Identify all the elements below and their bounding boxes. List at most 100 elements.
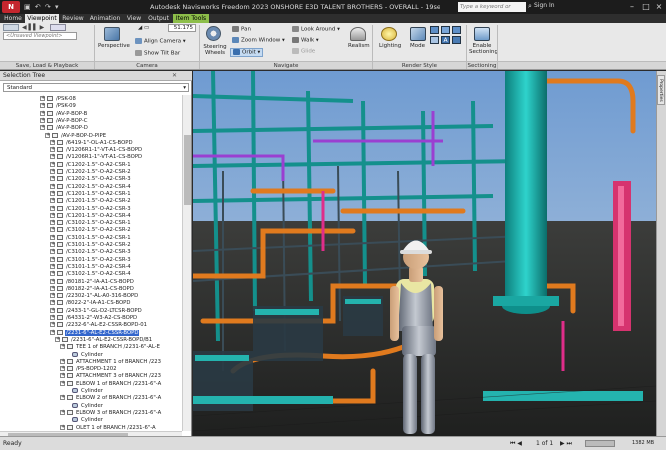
properties-side-tab[interactable]: Properties xyxy=(657,75,665,105)
expand-toggle-icon[interactable]: + xyxy=(50,183,55,189)
page-first-icon[interactable]: ⏮ ◀ xyxy=(510,437,522,450)
expand-toggle-icon[interactable]: + xyxy=(50,198,55,204)
minimize-icon[interactable]: – xyxy=(626,1,638,12)
panel-close-icon[interactable]: ✕ xyxy=(172,72,177,79)
close-icon[interactable]: × xyxy=(653,1,665,12)
search-input[interactable]: Type a keyword or phrase xyxy=(458,2,526,20)
expand-toggle-icon[interactable]: + xyxy=(50,190,55,196)
sign-in-link[interactable]: Sign In xyxy=(534,2,555,9)
save-viewpoint-icon[interactable] xyxy=(3,24,19,31)
search-icon[interactable]: ⌕ xyxy=(528,2,532,11)
pan-button[interactable]: Pan xyxy=(232,26,251,33)
perspective-button[interactable]: Perspective xyxy=(98,43,130,49)
realism-icon[interactable] xyxy=(350,27,366,41)
realism-button[interactable]: Realism xyxy=(348,43,370,49)
expand-toggle-icon[interactable]: + xyxy=(50,169,55,174)
expand-toggle-icon[interactable]: + xyxy=(50,256,55,262)
tab-item-tools[interactable]: Item Tools xyxy=(173,14,209,23)
expand-toggle-icon[interactable]: + xyxy=(50,307,55,313)
expand-toggle-icon[interactable]: + xyxy=(40,117,45,123)
expand-toggle-icon[interactable]: + xyxy=(50,176,55,182)
expand-toggle-icon[interactable]: + xyxy=(50,234,55,240)
tab-review[interactable]: Review xyxy=(60,14,86,23)
expand-toggle-icon[interactable]: + xyxy=(55,336,60,342)
viewpoint-tools-icon[interactable] xyxy=(50,24,66,31)
orbit-button[interactable]: Orbit ▾ xyxy=(230,48,264,57)
expand-toggle-icon[interactable]: + xyxy=(60,395,65,401)
hide-icon[interactable] xyxy=(452,36,461,44)
look-around-button[interactable]: Look Around ▾ xyxy=(292,26,340,33)
expand-toggle-icon[interactable]: + xyxy=(50,249,55,255)
expand-toggle-icon[interactable]: + xyxy=(60,380,65,386)
show-tilt-bar-button[interactable]: Show Tilt Bar xyxy=(135,50,180,57)
enable-sectioning-button[interactable]: Enable Sectioning xyxy=(469,43,498,55)
snapping-icon[interactable] xyxy=(452,26,461,34)
points-icon[interactable] xyxy=(430,36,439,44)
glide-button[interactable]: Glide xyxy=(292,48,315,55)
field-of-view-input[interactable]: 51.175 xyxy=(168,24,196,32)
tab-home[interactable]: Home xyxy=(2,14,24,23)
expand-toggle-icon[interactable]: + xyxy=(40,125,45,131)
expand-toggle-icon[interactable]: + xyxy=(40,103,45,109)
expand-toggle-icon[interactable]: + xyxy=(60,373,65,379)
tree-item-label: /C3102-1.5"-O-A2-CSR-4 xyxy=(66,271,131,278)
tree-list[interactable]: + /PSK-08 + /PSK-09 + /AV-P-BOP-B + /AV-P-BOP-C… xyxy=(0,95,182,431)
expand-toggle-icon[interactable]: + xyxy=(50,139,55,145)
field-of-view-icon[interactable]: ◢ ▭ xyxy=(138,25,149,31)
sectioning-icon[interactable] xyxy=(474,27,490,41)
tab-output[interactable]: Output xyxy=(145,14,172,23)
steering-wheels-button[interactable]: Steering Wheels xyxy=(203,44,227,56)
surfaces-icon[interactable] xyxy=(430,26,439,34)
expand-toggle-icon[interactable]: + xyxy=(45,132,50,138)
expand-toggle-icon[interactable]: + xyxy=(50,227,55,233)
expand-toggle-icon[interactable]: + xyxy=(50,263,55,269)
expand-toggle-icon[interactable]: + xyxy=(50,147,55,153)
expand-toggle-icon[interactable]: + xyxy=(60,424,65,430)
expand-toggle-icon[interactable]: + xyxy=(50,278,55,284)
tab-animation[interactable]: Animation xyxy=(87,14,123,23)
app-menu-button[interactable]: N xyxy=(2,1,20,13)
tab-view[interactable]: View xyxy=(124,14,144,23)
expand-toggle-icon[interactable]: + xyxy=(50,220,55,226)
expand-toggle-icon[interactable]: + xyxy=(50,300,55,306)
tree-mode-dropdown[interactable]: Standard ▾ xyxy=(3,83,189,92)
expand-toggle-icon[interactable]: + xyxy=(50,285,55,291)
steering-wheel-icon[interactable] xyxy=(206,26,221,41)
expand-toggle-icon[interactable]: + xyxy=(40,96,45,101)
page-next-icon[interactable]: ▶ ⏭ xyxy=(560,437,572,450)
expand-toggle-icon[interactable]: + xyxy=(60,344,65,350)
walk-button[interactable]: Walk ▾ xyxy=(292,37,319,44)
lighting-icon[interactable] xyxy=(381,27,397,41)
expand-toggle-icon[interactable]: + xyxy=(60,358,65,364)
tree-vertical-scrollbar[interactable] xyxy=(182,95,191,431)
expand-toggle-icon[interactable]: + xyxy=(60,366,65,372)
expand-toggle-icon[interactable]: + xyxy=(50,293,55,299)
expand-toggle-icon[interactable]: + xyxy=(50,161,55,167)
lines-icon[interactable] xyxy=(441,26,450,34)
expand-toggle-icon[interactable]: + xyxy=(60,409,65,415)
expand-toggle-icon[interactable]: + xyxy=(50,205,55,211)
render-mode-icon[interactable] xyxy=(410,27,426,41)
maximize-icon[interactable]: □ xyxy=(640,1,652,12)
quick-access-toolbar[interactable]: ▣ ↶ ↷ ▾ xyxy=(24,3,60,11)
3d-viewport[interactable] xyxy=(193,71,656,436)
expand-toggle-icon[interactable]: + xyxy=(50,242,55,247)
expand-toggle-icon[interactable]: + xyxy=(50,271,55,277)
playback-controls[interactable]: ◀ ▌▌ ▶ xyxy=(22,24,44,31)
text-icon[interactable]: A xyxy=(441,36,450,44)
zoom-window-button[interactable]: Zoom Window ▾ xyxy=(232,37,285,44)
expand-toggle-icon[interactable]: + xyxy=(40,110,45,116)
tree-item[interactable]: + OLET 1 of BRANCH /2231-6"-A xyxy=(0,424,157,432)
saved-viewpoints-dropdown[interactable]: <Unsaved Viewpoint> xyxy=(3,32,77,40)
expand-toggle-icon[interactable]: + xyxy=(50,315,55,320)
perspective-icon[interactable] xyxy=(104,27,120,41)
expand-toggle-icon[interactable]: + xyxy=(50,322,55,328)
expand-toggle-icon[interactable]: + xyxy=(50,154,55,160)
scroll-thumb[interactable] xyxy=(184,135,191,205)
expand-toggle-icon[interactable]: + xyxy=(50,329,55,335)
mode-button[interactable]: Mode xyxy=(410,43,425,49)
lighting-button[interactable]: Lighting xyxy=(379,43,401,49)
expand-toggle-icon[interactable]: + xyxy=(50,212,55,218)
align-camera-button[interactable]: Align Camera ▾ xyxy=(135,38,186,45)
tab-viewpoint[interactable]: Viewpoint xyxy=(25,14,59,23)
